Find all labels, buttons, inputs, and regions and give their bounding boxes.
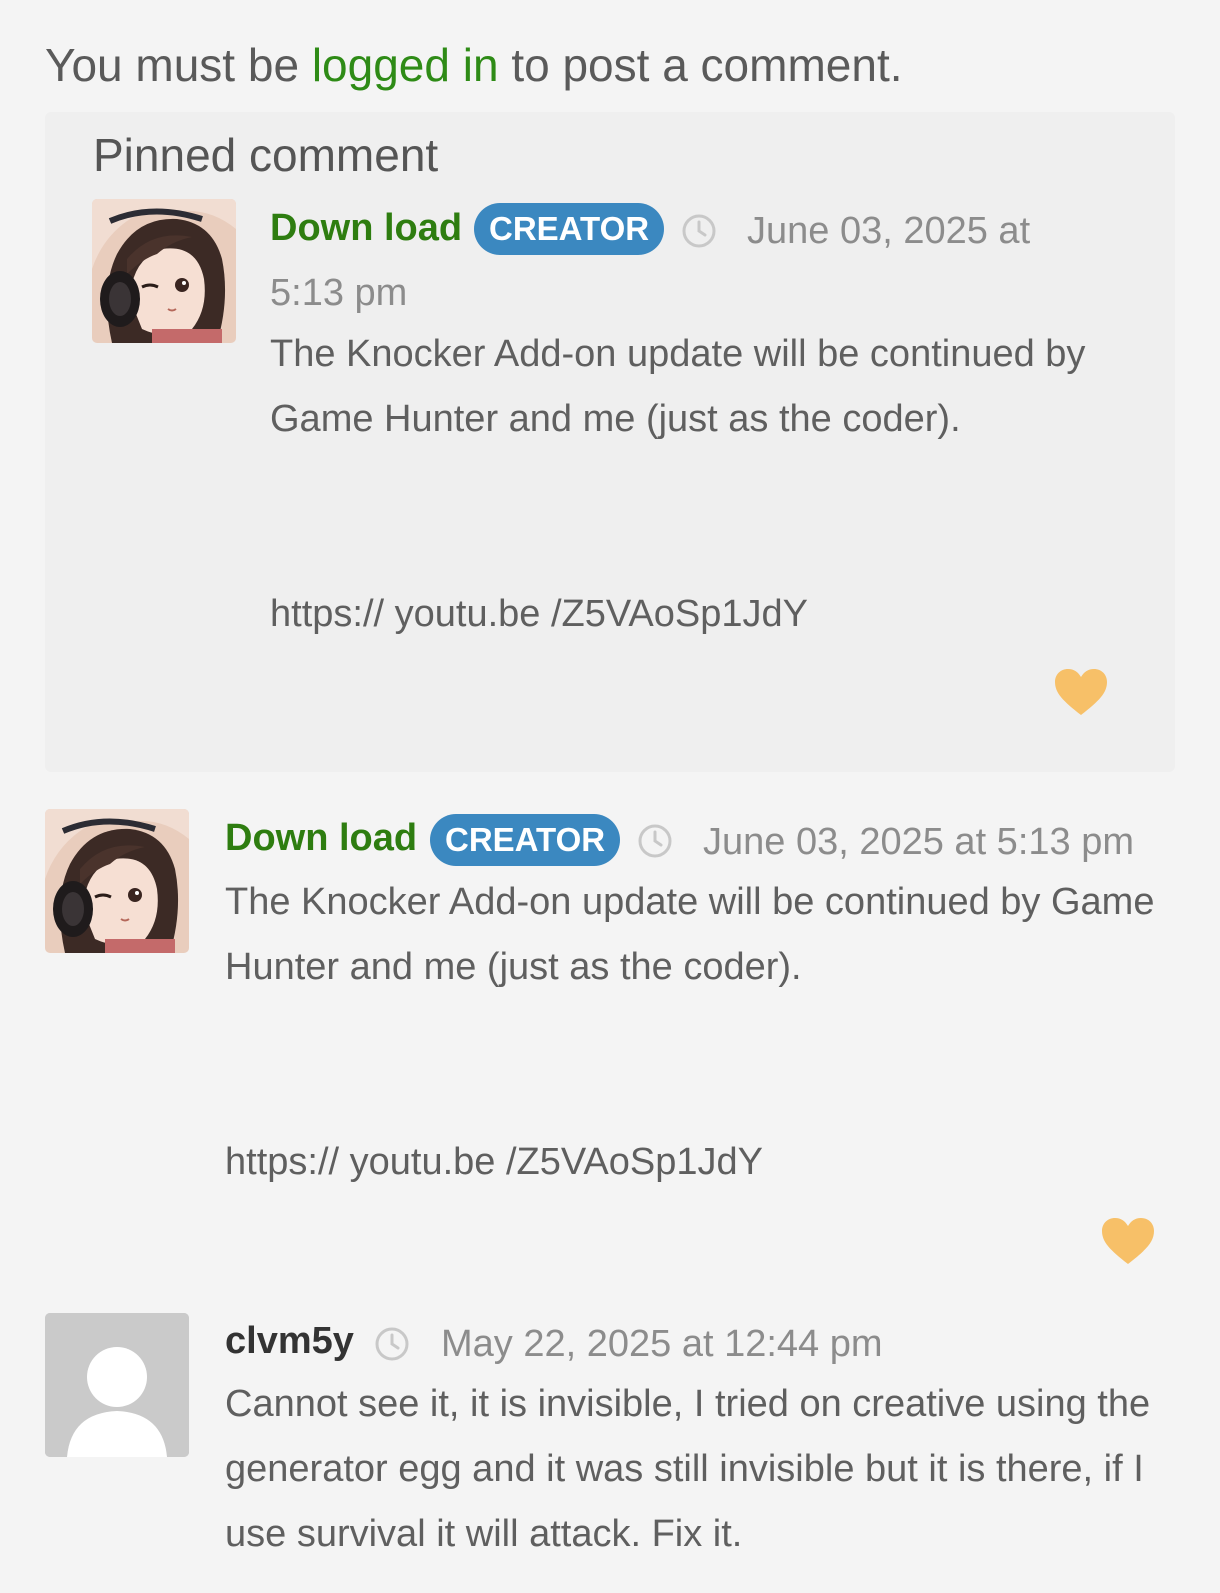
- comment-text-line1: The Knocker Add-on update will be contin…: [270, 333, 1086, 375]
- comment-link[interactable]: https:// youtu.be /Z5VAoSp1JdY: [270, 582, 808, 646]
- login-notice: You must be logged in to post a comment.: [45, 38, 903, 92]
- heart-icon[interactable]: [1100, 1216, 1156, 1266]
- default-avatar-icon: [45, 1313, 189, 1457]
- login-notice-prefix: You must be: [45, 39, 300, 91]
- comment-date: June 03, 2025 at 5:13 pm: [703, 821, 1134, 863]
- avatar[interactable]: [45, 809, 189, 953]
- creator-badge: CREATOR: [430, 814, 621, 866]
- comment-date: May 22, 2025 at 12:44 pm: [441, 1323, 883, 1365]
- clock-icon: [682, 214, 716, 248]
- pinned-comment-box: Pinned comment Down load CREATOR June 03…: [45, 112, 1175, 772]
- comment-date-line1: June 03, 2025 at: [747, 210, 1031, 252]
- clock-icon: [375, 1327, 409, 1361]
- anime-avatar-image: [92, 199, 236, 343]
- pinned-comment-title: Pinned comment: [93, 129, 439, 181]
- comment-author[interactable]: Down load: [225, 817, 417, 860]
- comment-author[interactable]: clvm5y: [225, 1320, 354, 1363]
- comment-text-line1: Cannot see it, it is invisible, I tried …: [225, 1383, 1151, 1425]
- comment-text-line2: Game Hunter and me (just as the coder).: [270, 398, 961, 440]
- anime-avatar-image: [45, 809, 189, 953]
- login-notice-suffix: to post a comment.: [511, 39, 903, 91]
- comment-text-line1: The Knocker Add-on update will be contin…: [225, 881, 1155, 923]
- comment-text-line2: Hunter and me (just as the coder).: [225, 946, 802, 988]
- creator-badge: CREATOR: [474, 203, 665, 255]
- comment-author[interactable]: Down load: [270, 207, 462, 250]
- heart-icon[interactable]: [1053, 667, 1109, 717]
- clock-icon: [638, 824, 672, 858]
- comment-text-line2: generator egg and it was still invisible…: [225, 1448, 1144, 1490]
- comment-date-line2: 5:13 pm: [270, 272, 408, 314]
- login-link[interactable]: logged in: [312, 39, 499, 91]
- comment-link[interactable]: https:// youtu.be /Z5VAoSp1JdY: [225, 1130, 763, 1194]
- default-avatar[interactable]: [45, 1313, 189, 1457]
- comment-text-line3: use survival it will attack. Fix it.: [225, 1513, 743, 1555]
- avatar[interactable]: [92, 199, 236, 343]
